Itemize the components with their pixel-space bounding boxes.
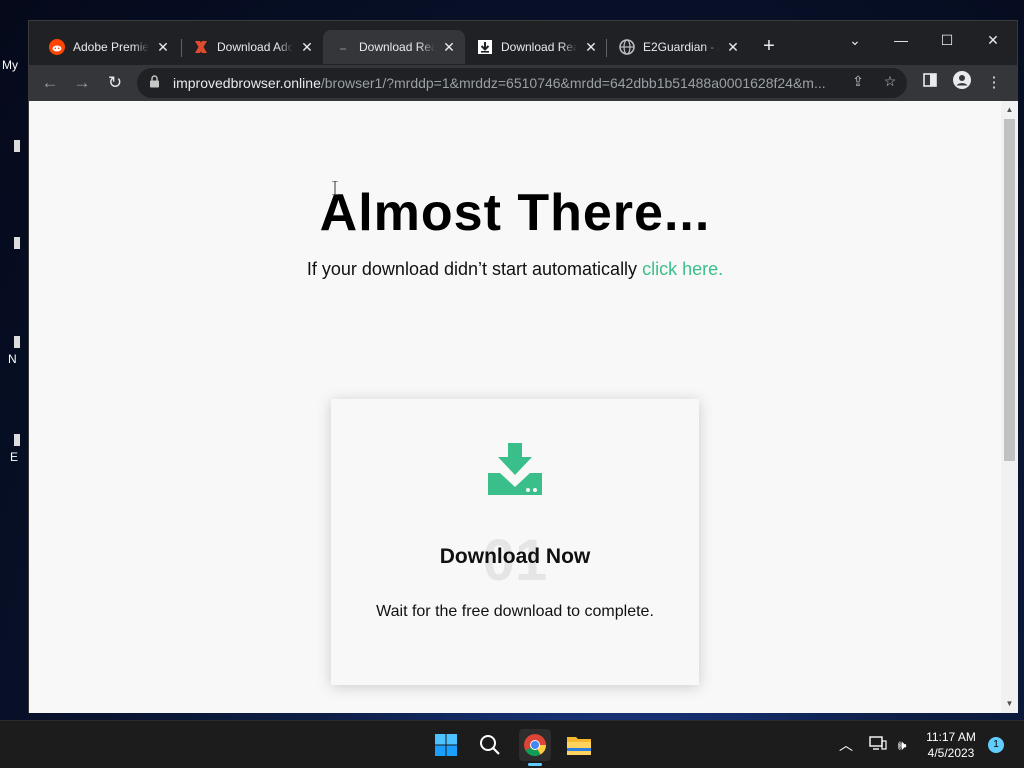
x-logo-icon bbox=[193, 39, 209, 55]
browser-window: Adobe Premiere ✕ Download Adobe ✕ Downlo… bbox=[28, 20, 1018, 713]
network-icon[interactable] bbox=[868, 735, 888, 755]
page-title: Almost There... bbox=[319, 184, 711, 242]
share-icon[interactable]: ⇪ bbox=[849, 72, 867, 90]
address-bar[interactable]: improvedbrowser.online/browser1/?mrddp=1… bbox=[137, 68, 907, 98]
lock-icon[interactable] bbox=[149, 75, 167, 91]
notification-badge[interactable]: 1 bbox=[988, 737, 1004, 753]
chrome-icon[interactable] bbox=[519, 729, 551, 761]
download-icon bbox=[477, 39, 493, 55]
click-here-link[interactable]: click here. bbox=[642, 259, 723, 279]
menu-kebab-icon[interactable]: ⋮ bbox=[982, 71, 1006, 95]
tab-title: Download Real bbox=[359, 40, 435, 54]
bookmark-star-icon[interactable]: ☆ bbox=[881, 72, 899, 90]
clock-time: 11:17 AM bbox=[926, 730, 976, 744]
tab-title: Download Adobe bbox=[217, 40, 293, 54]
tab-adobe-premiere[interactable]: Adobe Premiere ✕ bbox=[37, 30, 179, 64]
reddit-icon bbox=[49, 39, 65, 55]
tab-download-real[interactable]: Download Real ✕ bbox=[465, 30, 607, 64]
scroll-down-icon[interactable]: ▼ bbox=[1005, 699, 1014, 708]
desktop-icon-mark[interactable] bbox=[14, 336, 20, 348]
page-icon bbox=[335, 39, 351, 55]
url-path: /browser1/?mrddp=1&mrddz=6510746&mrdd=64… bbox=[320, 75, 826, 91]
close-icon[interactable]: ✕ bbox=[441, 39, 457, 55]
download-now-title[interactable]: Download Now bbox=[331, 545, 699, 569]
tab-download-real-active[interactable]: Download Real ✕ bbox=[323, 30, 465, 64]
download-notice-text: If your download didn’t start automatica… bbox=[306, 259, 638, 279]
reload-icon[interactable]: ↻ bbox=[103, 71, 127, 95]
windows-start-icon[interactable] bbox=[430, 729, 462, 761]
page-scrollbar[interactable]: ▲ ▼ bbox=[1001, 101, 1018, 713]
tab-title: Adobe Premiere bbox=[73, 40, 149, 54]
close-icon[interactable]: ✕ bbox=[299, 39, 315, 55]
clock-date: 4/5/2023 bbox=[927, 746, 975, 760]
file-explorer-icon[interactable] bbox=[563, 729, 595, 761]
url-host: improvedbrowser.online bbox=[173, 75, 321, 91]
profile-icon[interactable] bbox=[950, 71, 974, 95]
page-content: Almost There... If your download didn’t … bbox=[29, 101, 1001, 713]
browser-toolbar: ← → ↻ improvedbrowser.online/browser1/?m… bbox=[29, 65, 1017, 101]
taskbar: ︿ 🕪 11:17 AM 4/5/2023 1 bbox=[0, 720, 1024, 768]
volume-icon[interactable]: 🕪 bbox=[892, 735, 912, 755]
desktop-icon-mark[interactable] bbox=[14, 140, 20, 152]
download-notice: If your download didn’t start automatica… bbox=[29, 259, 1001, 280]
download-description: Wait for the free download to complete. bbox=[376, 603, 654, 620]
download-drive-icon bbox=[486, 443, 544, 497]
desktop-icon-label[interactable]: My bbox=[2, 58, 18, 72]
minimize-button[interactable]: — bbox=[879, 25, 923, 55]
tab-title: Download Real bbox=[501, 40, 577, 54]
side-panel-icon[interactable] bbox=[918, 71, 942, 95]
scroll-up-icon[interactable]: ▲ bbox=[1005, 105, 1014, 114]
active-app-indicator bbox=[528, 763, 542, 766]
system-clock[interactable]: 11:17 AM 4/5/2023 bbox=[918, 729, 984, 761]
globe-icon bbox=[619, 39, 635, 55]
close-icon[interactable]: ✕ bbox=[583, 39, 599, 55]
tab-title: E2Guardian - A bbox=[643, 40, 719, 54]
back-arrow-icon[interactable]: ← bbox=[38, 71, 62, 95]
close-window-button[interactable]: ✕ bbox=[971, 25, 1015, 55]
desktop-icon-label[interactable]: N bbox=[8, 352, 17, 366]
search-icon[interactable] bbox=[474, 729, 506, 761]
tab-e2guardian[interactable]: E2Guardian - A ✕ bbox=[607, 30, 749, 64]
close-icon[interactable]: ✕ bbox=[155, 39, 171, 55]
text-cursor-icon bbox=[332, 180, 338, 196]
tab-strip: Adobe Premiere ✕ Download Adobe ✕ Downlo… bbox=[29, 21, 1017, 65]
forward-arrow-icon[interactable]: → bbox=[70, 71, 94, 95]
desktop-icon-mark[interactable] bbox=[14, 237, 20, 249]
tab-download-adobe[interactable]: Download Adobe ✕ bbox=[181, 30, 323, 64]
maximize-button[interactable]: ☐ bbox=[925, 25, 969, 55]
tab-search-chevron-icon[interactable]: ⌄ bbox=[833, 25, 877, 55]
close-icon[interactable]: ✕ bbox=[725, 39, 741, 55]
tray-chevron-up-icon[interactable]: ︿ bbox=[836, 735, 856, 755]
new-tab-button[interactable]: + bbox=[759, 36, 779, 56]
scroll-thumb[interactable] bbox=[1004, 119, 1015, 461]
desktop-icon-label[interactable]: E bbox=[10, 450, 18, 464]
desktop-icon-mark[interactable] bbox=[14, 434, 20, 446]
download-step-card: 01 Download Now Wait for the free downlo… bbox=[331, 399, 699, 685]
